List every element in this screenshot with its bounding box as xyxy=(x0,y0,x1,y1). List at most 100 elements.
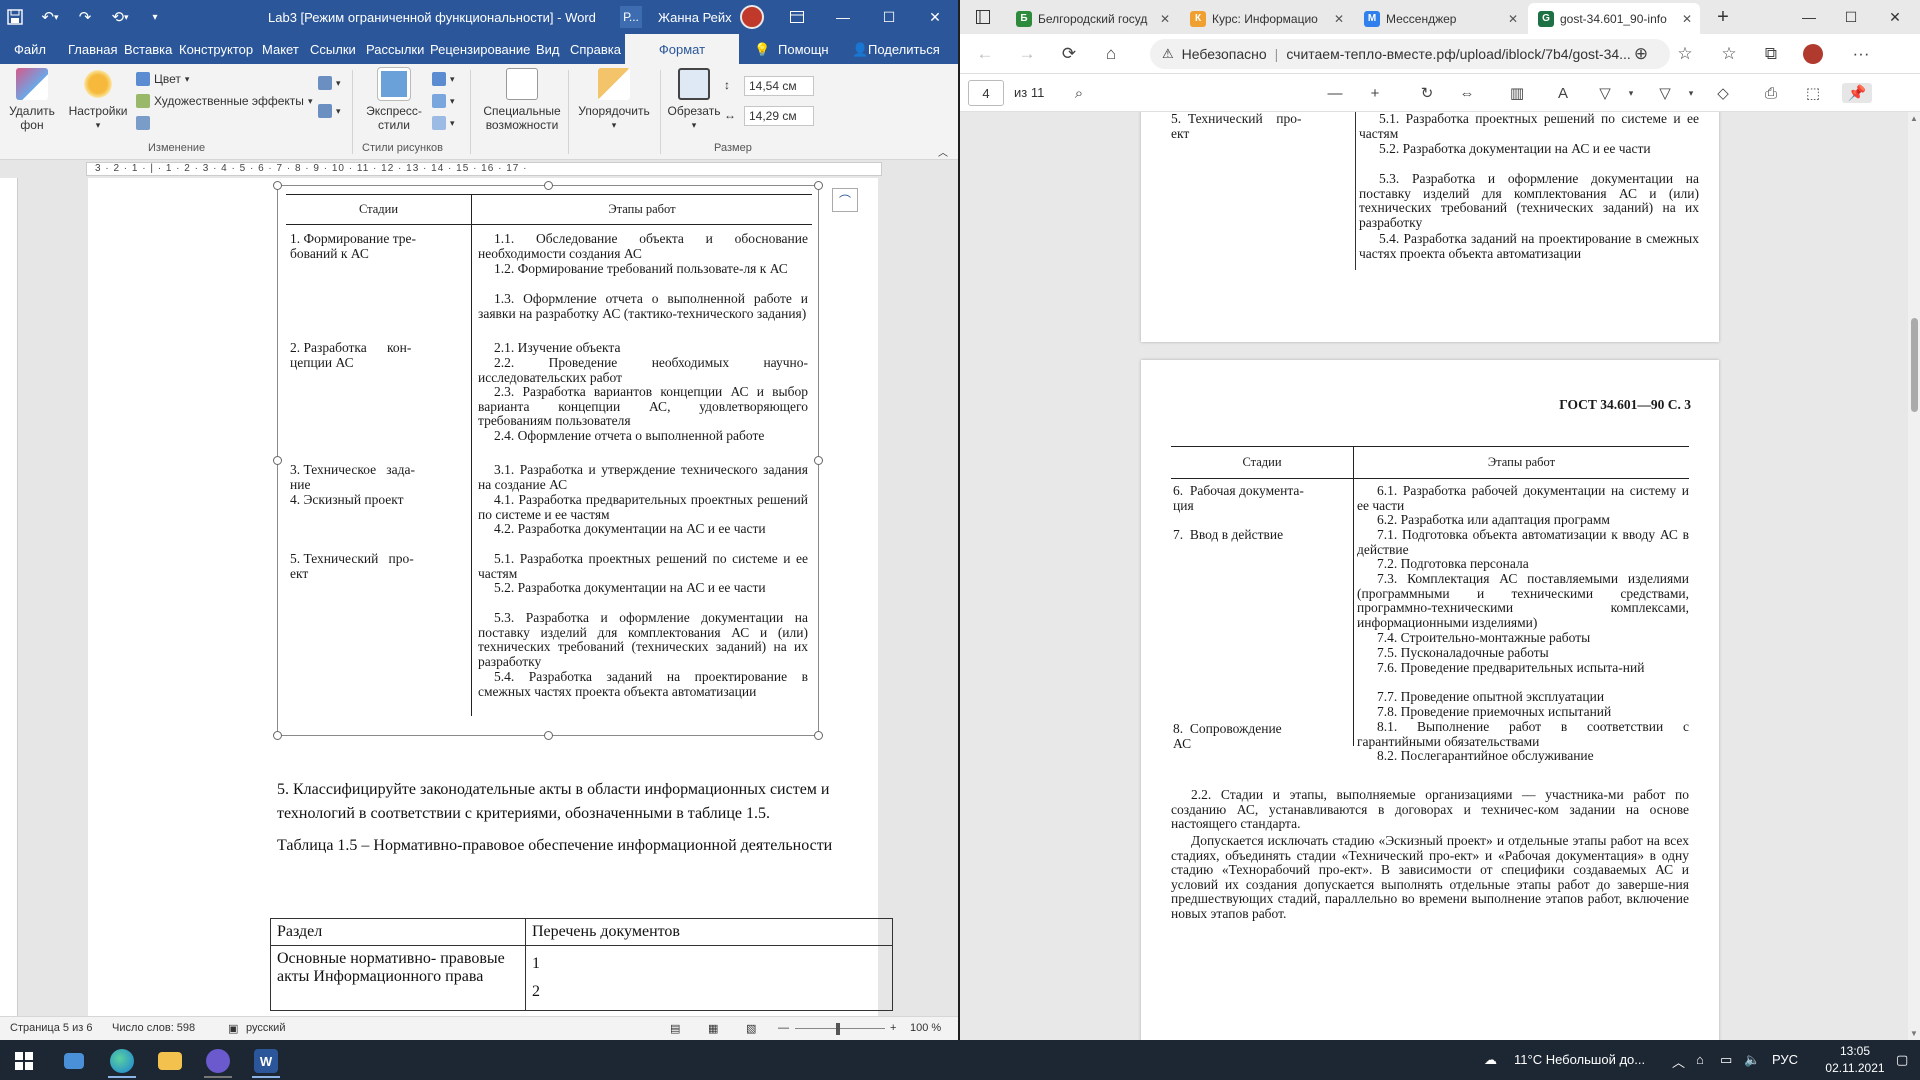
customize-toolbar-icon[interactable]: ▾ xyxy=(140,0,170,34)
close-tab-icon[interactable]: ✕ xyxy=(1334,12,1344,26)
picture-border-button[interactable]: ▾ xyxy=(432,72,455,86)
language-indicator[interactable]: русский xyxy=(246,1022,285,1034)
page-view-icon[interactable]: ▥ xyxy=(1506,83,1528,103)
tab-file[interactable]: Файл xyxy=(14,42,46,57)
file-explorer-icon[interactable] xyxy=(150,1044,190,1078)
draw-dropdown-icon[interactable]: ▾ xyxy=(1620,83,1642,103)
minimize-button[interactable]: — xyxy=(820,0,866,34)
not-secure-label[interactable]: Небезопасно xyxy=(1182,46,1267,62)
zoom-level[interactable]: 100 % xyxy=(910,1022,941,1034)
save-icon[interactable]: ⬚ xyxy=(1802,83,1824,103)
table-cell[interactable]: Основные нормативно- правовые акты Инфор… xyxy=(270,945,526,1011)
page-counter[interactable]: Страница 5 из 6 xyxy=(10,1022,92,1034)
lightbulb-icon[interactable]: 💡 xyxy=(754,42,770,58)
favorite-star-icon[interactable]: ☆ xyxy=(1674,43,1696,65)
highlight-icon[interactable]: ▽ xyxy=(1654,83,1676,103)
tab-help[interactable]: Справка xyxy=(570,42,621,57)
color-button[interactable]: Цвет ▾ xyxy=(136,72,189,86)
close-tab-icon[interactable]: ✕ xyxy=(1160,12,1170,26)
read-aloud-icon[interactable]: A xyxy=(1552,83,1574,103)
tray-app-icon[interactable]: ▭ xyxy=(1720,1052,1732,1068)
weather-widget[interactable]: 11°C Небольшой до... xyxy=(1514,1052,1645,1067)
embedded-picture[interactable]: Стадии Этапы работ 1. Формирование тре- … xyxy=(273,181,823,740)
artistic-effects-button[interactable]: Художественные эффекты ▾ xyxy=(136,94,312,108)
search-icon[interactable]: ⌕ xyxy=(1068,83,1090,103)
clock-time[interactable]: 13:05 xyxy=(1820,1044,1890,1058)
browser-tab[interactable]: М Мессенджер ✕ xyxy=(1354,3,1526,34)
document-page[interactable]: Стадии Этапы работ 1. Формирование тре- … xyxy=(88,178,893,1016)
pdf-viewport[interactable]: 5. Технический про- ект 5.1. Разработка … xyxy=(960,112,1908,1040)
page-number-input[interactable]: 4 xyxy=(968,80,1004,106)
warning-icon[interactable]: ⚠ xyxy=(1162,46,1174,62)
notifications-icon[interactable]: ▢ xyxy=(1896,1052,1908,1068)
maximize-button[interactable]: ☐ xyxy=(1828,0,1874,34)
close-button[interactable]: ✕ xyxy=(1872,0,1918,34)
browser-tab[interactable]: Б Белгородский госуд ✕ xyxy=(1006,3,1178,34)
width-input[interactable]: 14,29 см xyxy=(744,106,814,126)
resize-handle[interactable] xyxy=(544,731,553,740)
table-header-cell[interactable]: Перечень документов xyxy=(525,918,893,946)
fit-page-icon[interactable]: ⇔ xyxy=(1456,83,1478,103)
zoom-out-icon[interactable]: — xyxy=(1324,83,1346,103)
highlight-dropdown-icon[interactable]: ▾ xyxy=(1680,83,1702,103)
save-icon[interactable] xyxy=(0,0,30,34)
resize-handle[interactable] xyxy=(814,731,823,740)
volume-icon[interactable]: 🔈 xyxy=(1744,1052,1760,1068)
tab-format[interactable]: Формат xyxy=(625,34,739,64)
read-mode-icon[interactable]: ▤ xyxy=(670,1022,680,1035)
word-app-icon[interactable]: W xyxy=(246,1044,286,1078)
table-header-cell[interactable]: Раздел xyxy=(270,918,526,946)
share-icon[interactable]: 👤 xyxy=(852,42,868,58)
tab-layout[interactable]: Макет xyxy=(262,42,299,57)
favorites-icon[interactable]: ☆ xyxy=(1718,43,1740,65)
zoom-out-button[interactable]: — xyxy=(778,1022,789,1034)
change-picture-button[interactable]: ▾ xyxy=(318,76,341,90)
input-language[interactable]: РУС xyxy=(1772,1052,1798,1067)
redo-icon[interactable]: ↷ xyxy=(70,0,100,34)
scrollbar[interactable]: ▲ ▼ xyxy=(1908,112,1920,1040)
compress-pictures-button[interactable] xyxy=(136,116,150,130)
tab-review[interactable]: Рецензирование xyxy=(430,42,530,57)
remove-background-button[interactable]: Удалить фон xyxy=(6,68,58,132)
document-table[interactable]: Раздел Перечень документов Основные норм… xyxy=(270,918,893,1011)
tell-me-input[interactable]: Помощн xyxy=(778,42,829,57)
close-tab-icon[interactable]: ✕ xyxy=(1682,12,1692,26)
start-button[interactable] xyxy=(4,1044,44,1078)
layout-options-icon[interactable]: ⌒ xyxy=(832,188,858,212)
search-button[interactable]: Р... xyxy=(620,6,642,28)
more-icon[interactable]: ··· xyxy=(1850,43,1872,65)
picture-layout-button[interactable]: ▾ xyxy=(432,116,455,130)
network-icon[interactable]: ⌂ xyxy=(1696,1052,1704,1067)
close-button[interactable]: ✕ xyxy=(912,0,958,34)
picture-effects-button[interactable]: ▾ xyxy=(432,94,455,108)
tab-design[interactable]: Конструктор xyxy=(179,42,253,57)
clock-date[interactable]: 02.11.2021 xyxy=(1820,1061,1890,1075)
web-layout-icon[interactable]: ▧ xyxy=(746,1022,756,1035)
touch-mode-icon[interactable]: ⟲ ▾ xyxy=(100,0,140,34)
home-icon[interactable]: ⌂ xyxy=(1100,43,1122,65)
share-button[interactable]: Поделиться xyxy=(868,42,940,57)
resize-handle[interactable] xyxy=(814,181,823,190)
collections-icon[interactable]: ⧉ xyxy=(1760,43,1782,65)
browser-tab-active[interactable]: G gost-34.601_90-info ✕ xyxy=(1528,3,1700,34)
zoom-slider[interactable] xyxy=(795,1028,885,1029)
zoom-icon[interactable]: ⊕ xyxy=(1630,43,1652,65)
arrange-button[interactable]: Упорядочить ▾ xyxy=(576,68,652,132)
task-view-icon[interactable] xyxy=(54,1044,94,1078)
url-text[interactable]: считаем-тепло-вместе.рф/upload/iblock/7b… xyxy=(1286,46,1631,62)
maximize-button[interactable]: ☐ xyxy=(866,0,912,34)
user-name[interactable]: Жанна Рейх xyxy=(658,10,732,25)
avatar[interactable] xyxy=(740,5,764,29)
minimize-button[interactable]: — xyxy=(1786,0,1832,34)
ribbon-display-icon[interactable] xyxy=(774,0,820,34)
tab-insert[interactable]: Вставка xyxy=(124,42,172,57)
forward-icon[interactable]: → xyxy=(1016,43,1038,65)
table-cell[interactable]: 1 2 xyxy=(525,945,893,1011)
undo-icon[interactable]: ↶ ▾ xyxy=(30,0,70,34)
accessibility-button[interactable]: Специальные возможности xyxy=(478,68,566,132)
scroll-down-icon[interactable]: ▼ xyxy=(1910,1029,1918,1038)
print-layout-icon[interactable]: ▦ xyxy=(708,1022,718,1035)
new-tab-button[interactable]: + xyxy=(1708,0,1738,34)
zoom-in-button[interactable]: + xyxy=(890,1022,896,1034)
corrections-button[interactable]: Настройки ▾ xyxy=(66,68,130,132)
